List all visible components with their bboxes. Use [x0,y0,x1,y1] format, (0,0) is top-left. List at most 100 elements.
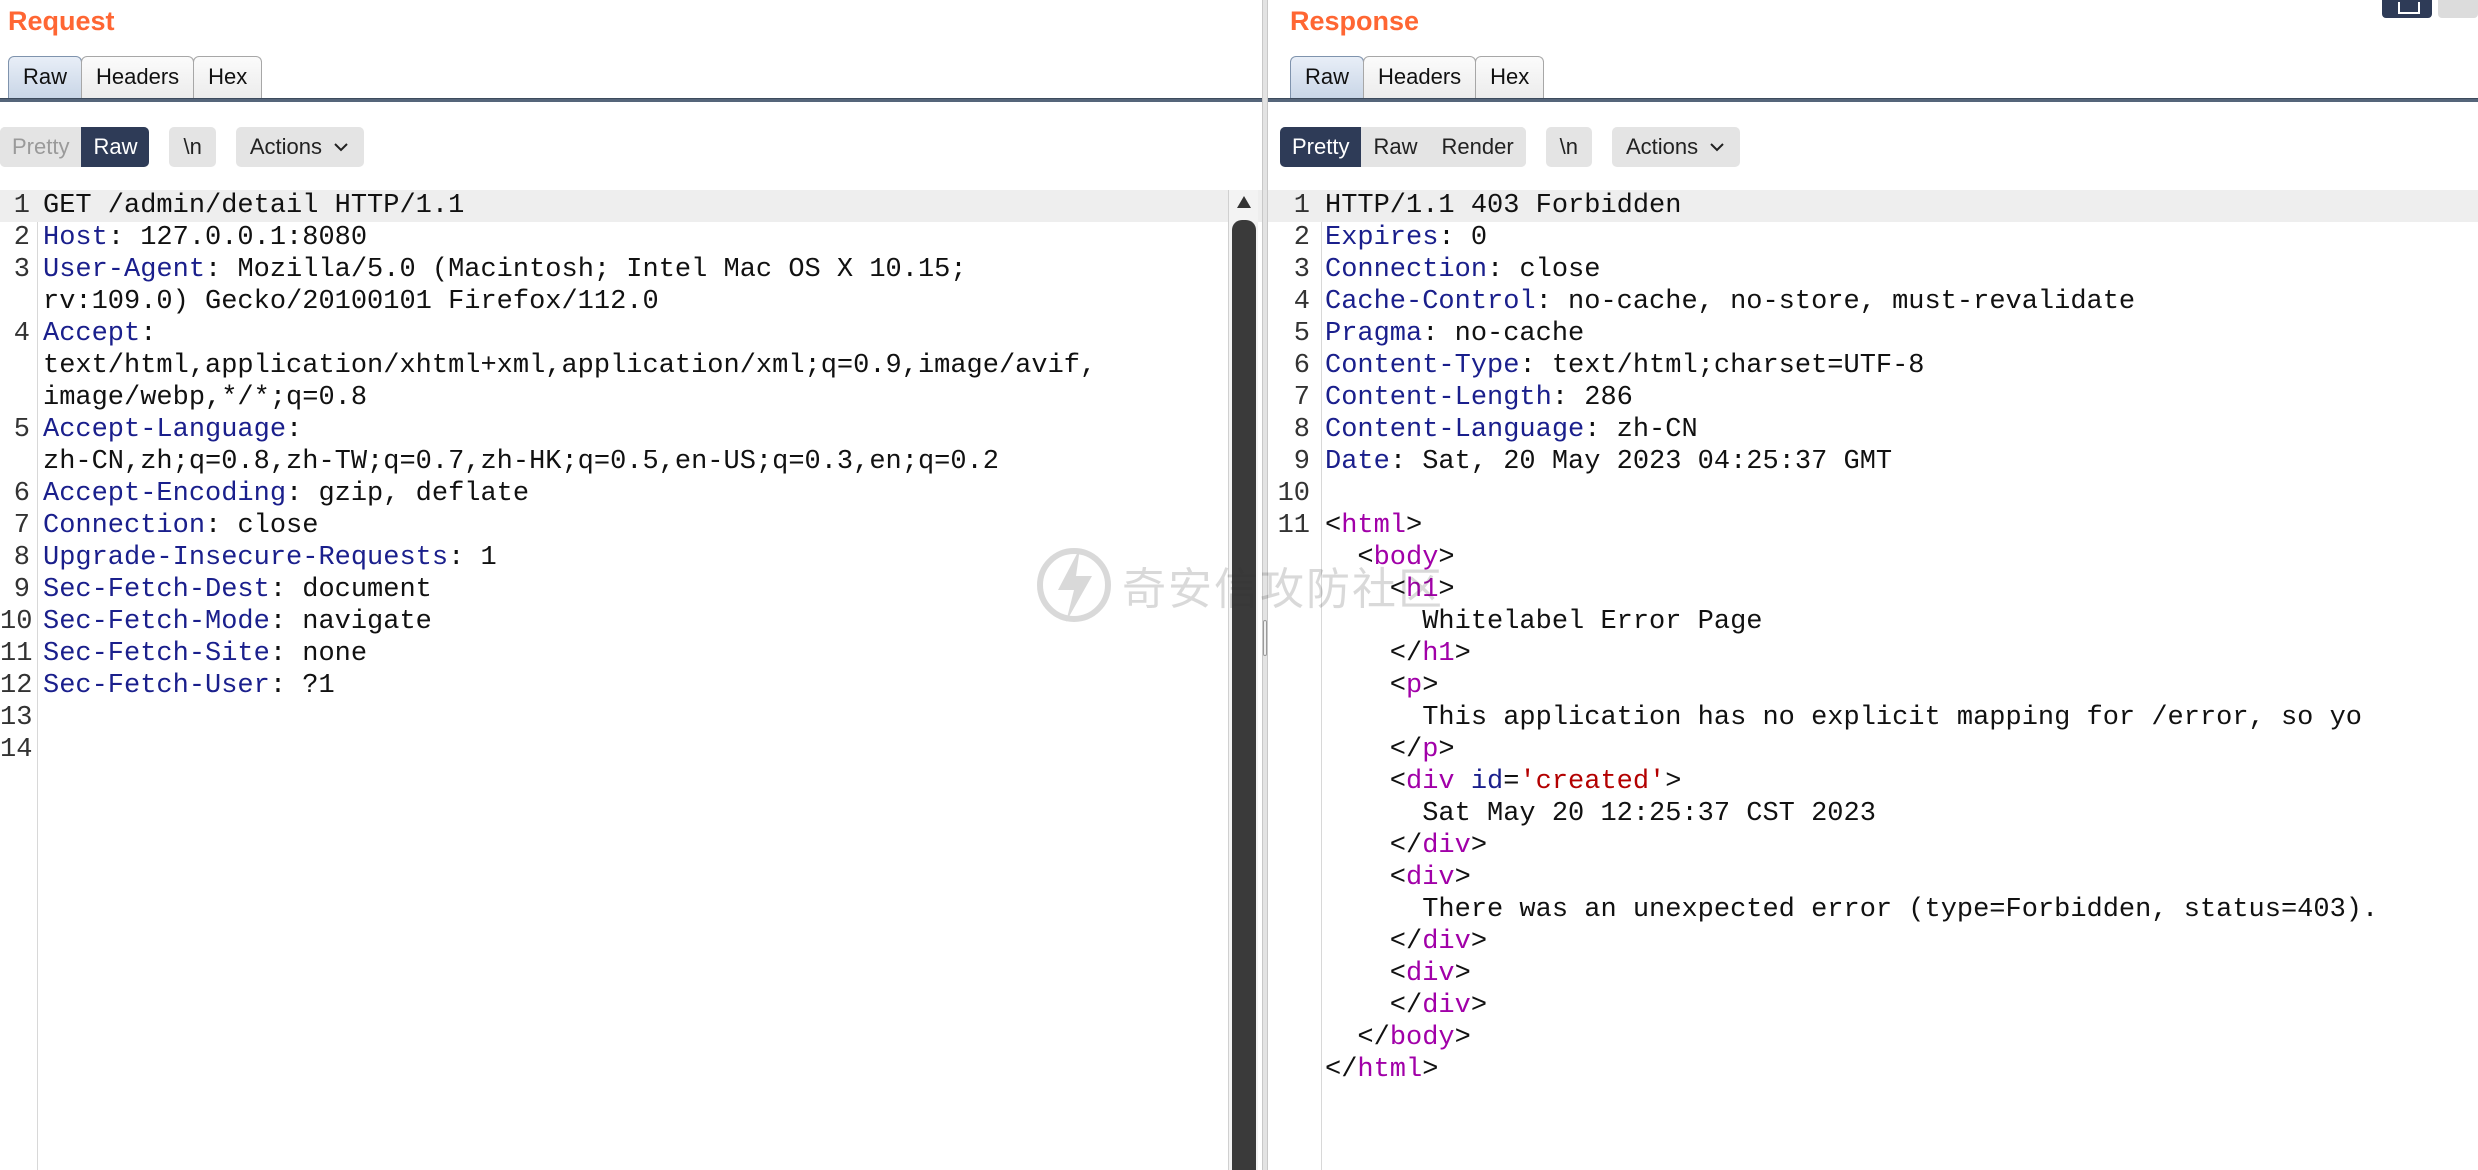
html-body-block: 11 <html> <body> <h1> Whitelabel Error P… [1268,510,2478,1086]
code-line: 4 Cache-Control: no-cache, no-store, mus… [1268,286,2478,318]
response-toolbar: Pretty Raw Render \n Actions [1280,127,1741,167]
div-close-tag: div [1422,991,1471,1021]
header-key: Sec-Fetch-User [43,671,270,701]
code-line: 4 Accept: text/html,application/xhtml+xm… [0,318,1262,414]
response-tab-hex[interactable]: Hex [1475,56,1545,98]
code-line: 5 Pragma: no-cache [1268,318,2478,350]
code-line: 6 Accept-Encoding: gzip, deflate [0,478,1262,510]
code-line: 11 Sec-Fetch-Site: none [0,639,368,669]
request-toolbar: Pretty Raw \n Actions [0,127,364,167]
line-number: 2 [13,223,30,253]
html-tag: html [1341,511,1407,541]
header-value: document [302,575,432,605]
request-tabs: Raw Headers Hex [8,56,263,98]
request-tab-raw[interactable]: Raw [8,56,83,98]
response-tab-raw[interactable]: Raw [1290,56,1365,98]
stacked-layout-icon[interactable] [2438,0,2478,18]
header-key: Sec-Fetch-Mode [43,607,270,637]
header-key: Connection [1325,255,1488,285]
request-editor[interactable]: 1 GET /admin/detail HTTP/1.1 2 Host: 127… [0,190,1262,1170]
header-key: Pragma [1325,319,1423,349]
request-pretty-button[interactable]: Pretty [0,127,82,167]
code-line: 9 Date: Sat, 20 May 2023 04:25:37 GMT [1268,446,2478,478]
body-close-tag: body [1389,1023,1455,1053]
header-key: Host [43,223,108,253]
http-message-editor: Request Raw Headers Hex Pretty Raw \n Ac… [0,0,2478,1170]
id-value: 'created' [1519,767,1666,797]
header-value-wrapped: zh-CN,zh;q=0.8,zh-TW;q=0.7,zh-HK;q=0.5,e… [43,447,999,477]
header-value-wrapped: text/html,application/xhtml+xml,applicat… [43,351,1097,381]
request-actions-dropdown[interactable]: Actions [235,127,364,167]
code-line: 6 Content-Type: text/html;charset=UTF-8 [1268,350,2478,382]
response-title: Response [1290,6,1420,36]
code-line: 9 Sec-Fetch-Dest: document [0,574,1262,606]
line-number: 13 [0,703,33,733]
code-line: 13 [0,702,1262,734]
response-newline-toggle[interactable]: \n [1545,127,1592,167]
h1-text: Whitelabel Error Page [1422,607,1763,637]
line-number: 8 [13,543,30,573]
body-tag: body [1373,543,1439,573]
header-value: 0 [1470,223,1488,253]
request-code[interactable]: 1 GET /admin/detail HTTP/1.1 2 Host: 127… [0,190,1262,1170]
line-number: 1 [1293,191,1310,221]
code-line: 10 Sec-Fetch-Mode: navigate [0,607,432,637]
header-value: no-cache [1454,319,1585,349]
response-render-button[interactable]: Render [1429,127,1526,167]
code-line: 2 Expires: 0 [1268,222,2478,254]
splitter-grip-icon[interactable] [1263,620,1267,656]
line-number: 12 [0,671,33,701]
request-raw-button[interactable]: Raw [81,127,150,167]
request-tab-hex[interactable]: Hex [193,56,263,98]
response-actions-dropdown[interactable]: Actions [1612,127,1741,167]
line-number: 9 [13,575,30,605]
scrollbar-thumb[interactable] [1232,220,1256,1170]
code-line: 3 User-Agent: Mozilla/5.0 (Macintosh; In… [0,254,1262,318]
scroll-up-arrow-icon[interactable] [1236,194,1252,210]
created-timestamp: Sat May 20 12:25:37 CST 2023 [1422,799,1876,829]
response-raw-button[interactable]: Raw [1361,127,1430,167]
response-tab-headers[interactable]: Headers [1363,56,1477,98]
request-newline-toggle[interactable]: \n [169,127,216,167]
line-number: 5 [13,415,30,445]
header-value: zh-CN [1616,415,1698,445]
header-key: Expires [1325,223,1439,253]
line-number: 9 [1293,447,1310,477]
html-close-tag: html [1357,1055,1423,1085]
code-line: 7 Content-Length: 286 [1268,382,2478,414]
line-number: 1 [13,191,30,221]
header-key: Content-Length [1325,383,1552,413]
code-line: 14 [0,734,1262,766]
code-line: 3 Connection: close [1268,254,2478,286]
header-value: close [237,511,319,541]
id-attribute: id [1470,767,1504,797]
request-vertical-scrollbar[interactable] [1228,190,1258,1170]
split-layout-icon[interactable] [2382,0,2432,18]
response-editor[interactable]: 1 HTTP/1.1 403 Forbidden 2 Expires: 0 3 … [1268,190,2478,1170]
header-value: navigate [302,607,432,637]
div-close-tag: div [1422,927,1471,957]
header-key: Sec-Fetch-Dest [43,575,270,605]
response-pretty-button[interactable]: Pretty [1280,127,1362,167]
header-value: ?1 [302,671,335,701]
request-line-text: GET /admin/detail HTTP/1.1 [43,191,465,221]
line-number: 4 [13,319,30,349]
request-tab-headers[interactable]: Headers [81,56,195,98]
line-number: 11 [1277,511,1310,541]
header-value-wrapped: rv:109.0) Gecko/20100101 Firefox/112.0 [43,287,659,317]
code-line: 1 HTTP/1.1 403 Forbidden [1268,190,2478,222]
p-text: This application has no explicit mapping… [1422,703,2362,733]
line-number: 6 [13,479,30,509]
header-value: gzip, deflate [318,479,530,509]
request-view-mode-toggle: Pretty Raw [0,127,150,167]
code-line: 8 Upgrade-Insecure-Requests: 1 [0,542,1262,574]
line-number: 10 [0,607,33,637]
header-key: User-Agent [43,255,206,285]
response-code[interactable]: 1 HTTP/1.1 403 Forbidden 2 Expires: 0 3 … [1268,190,2478,1170]
code-line: 1 GET /admin/detail HTTP/1.1 [0,190,1262,222]
header-key: Accept-Encoding [43,479,287,509]
line-number: 14 [0,735,33,765]
header-key: Sec-Fetch-Site [43,639,270,669]
p-close-tag: p [1422,735,1439,765]
code-line: 10 [1268,478,2478,510]
